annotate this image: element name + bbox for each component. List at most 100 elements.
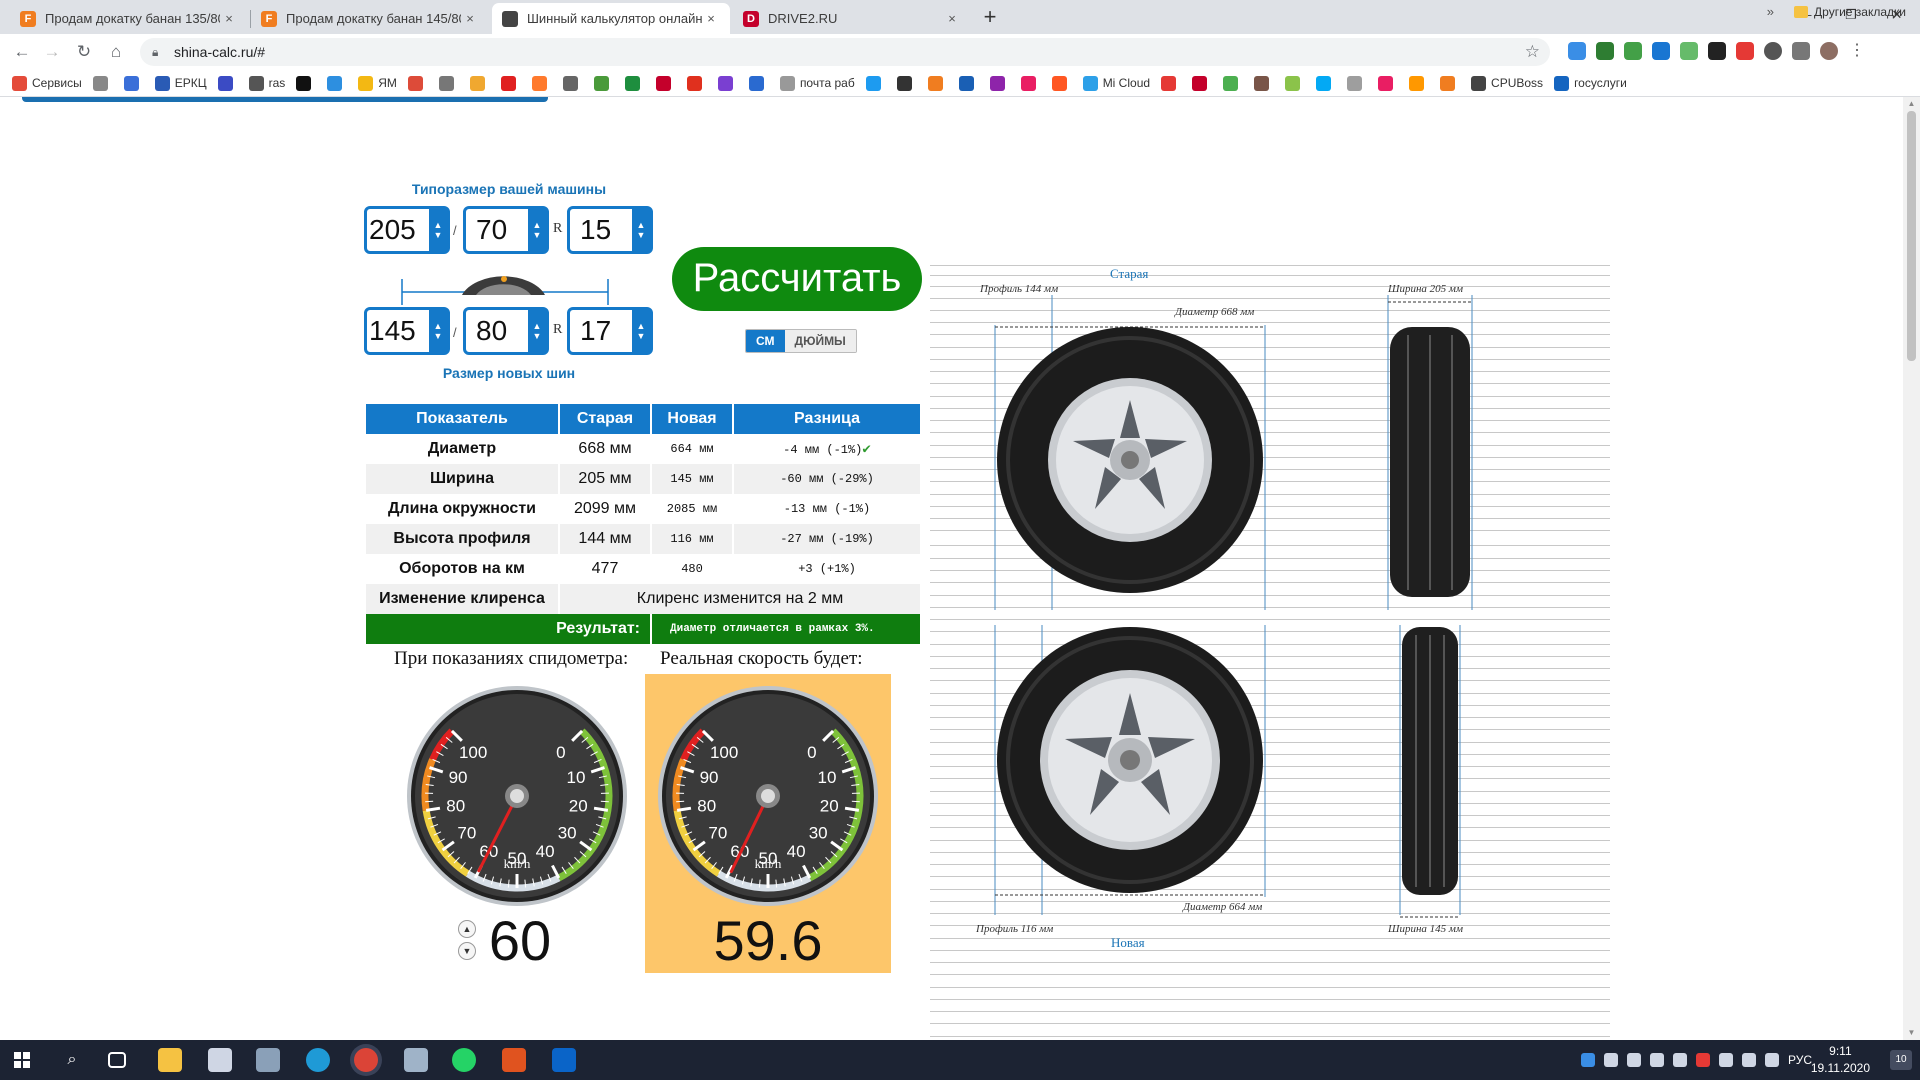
calculator-icon[interactable]: [256, 1048, 280, 1072]
bookmark-item[interactable]: [296, 75, 316, 91]
new-tab-button[interactable]: +: [976, 4, 1004, 32]
language-indicator[interactable]: РУС: [1788, 1053, 1812, 1067]
outlook-icon[interactable]: [552, 1048, 576, 1072]
extension-icon[interactable]: [1652, 42, 1670, 60]
browser-tab[interactable]: Шинный калькулятор онлайн - …×: [492, 3, 730, 34]
bookmark-item[interactable]: [1440, 75, 1460, 91]
new-rim-select[interactable]: 17 ▲ ▼: [567, 307, 653, 355]
bookmark-item[interactable]: Сервисы: [12, 75, 82, 91]
bookmark-item[interactable]: [123, 75, 144, 91]
bookmark-star-icon[interactable]: ☆: [1525, 38, 1540, 66]
old-profile-select[interactable]: 70 ▲ ▼: [463, 206, 549, 254]
app-tray-icon[interactable]: [1649, 1053, 1664, 1067]
keyboard-icon[interactable]: [1741, 1053, 1756, 1067]
bookmark-item[interactable]: [748, 75, 769, 91]
bookmark-item[interactable]: [989, 75, 1010, 91]
windows-start-icon[interactable]: [14, 1052, 30, 1068]
bookmark-item[interactable]: [1051, 75, 1072, 91]
extension-icon[interactable]: [1596, 42, 1614, 60]
bookmark-item[interactable]: CPUBoss: [1471, 75, 1543, 91]
clock[interactable]: 9:11 19.11.2020: [1811, 1043, 1870, 1077]
extension-icon[interactable]: [1708, 42, 1726, 60]
page-scrollbar[interactable]: ▲ ▼: [1903, 97, 1920, 1040]
bookmark-item[interactable]: госуслуги: [1554, 75, 1627, 91]
flag-icon[interactable]: [1695, 1053, 1710, 1067]
tab-close-icon[interactable]: ×: [943, 11, 961, 26]
cloud-icon[interactable]: [1603, 1053, 1618, 1067]
edge-icon[interactable]: [306, 1048, 330, 1072]
extension-icon[interactable]: [1680, 42, 1698, 60]
bookmark-item[interactable]: [686, 75, 707, 91]
bookmark-item[interactable]: [1409, 75, 1429, 91]
extension-icon[interactable]: [1624, 42, 1642, 60]
extension-icon[interactable]: [1736, 42, 1754, 60]
bookmarks-overflow-button[interactable]: »: [1767, 4, 1774, 19]
menu-kebab-icon[interactable]: ⋮: [1848, 42, 1866, 60]
bookmark-item[interactable]: [1020, 75, 1041, 91]
bluetooth-icon[interactable]: [1580, 1053, 1595, 1067]
extension-icon[interactable]: [1764, 42, 1782, 60]
forward-button[interactable]: →: [40, 40, 64, 64]
bookmark-item[interactable]: [1161, 75, 1181, 91]
scroll-down-arrow-icon[interactable]: ▼: [1903, 1026, 1920, 1040]
extension-icon[interactable]: [1568, 42, 1586, 60]
bookmark-item[interactable]: [655, 75, 676, 91]
bookmark-item[interactable]: [624, 75, 645, 91]
bookmark-item[interactable]: ЕРКЦ: [154, 75, 207, 91]
battery-icon[interactable]: [1672, 1053, 1687, 1067]
app-icon[interactable]: [502, 1048, 526, 1072]
volume-icon[interactable]: [1764, 1053, 1779, 1067]
file-explorer-icon[interactable]: [158, 1048, 182, 1072]
bookmark-item[interactable]: [531, 75, 552, 91]
tab-close-icon[interactable]: ×: [461, 11, 479, 26]
bookmark-item[interactable]: [562, 75, 583, 91]
browser-tab[interactable]: F Продам докатку банан 145/80 R…×: [251, 3, 489, 34]
chrome-icon[interactable]: [354, 1048, 378, 1072]
old-rim-select[interactable]: 15 ▲ ▼: [567, 206, 653, 254]
scrollbar-thumb[interactable]: [1907, 111, 1916, 361]
bookmark-item[interactable]: [896, 75, 917, 91]
calculate-button[interactable]: Рассчитать: [672, 247, 922, 311]
profile-avatar[interactable]: [1820, 42, 1838, 60]
bookmark-item[interactable]: [407, 75, 428, 91]
bookmark-item[interactable]: [1223, 75, 1243, 91]
bookmark-item[interactable]: [92, 75, 113, 91]
bookmark-item[interactable]: [1378, 75, 1398, 91]
bookmark-item[interactable]: [865, 75, 886, 91]
bookmark-item[interactable]: [593, 75, 614, 91]
bookmark-item[interactable]: [1254, 75, 1274, 91]
old-width-select[interactable]: 205 ▲ ▼: [364, 206, 450, 254]
app-icon[interactable]: [404, 1048, 428, 1072]
bookmark-item[interactable]: почта раб: [779, 75, 855, 91]
home-button[interactable]: ⌂: [104, 40, 128, 64]
bookmark-item[interactable]: [1192, 75, 1212, 91]
unit-inches-button[interactable]: ДЮЙМЫ: [784, 330, 856, 352]
browser-tab[interactable]: F Продам докатку банан 135/80 R…×: [10, 3, 248, 34]
address-bar[interactable]: 🔒︎ shina-calc.ru/# ☆: [140, 38, 1550, 66]
search-icon[interactable]: ⌕: [60, 1048, 84, 1072]
bookmark-item[interactable]: Mi Cloud: [1082, 75, 1150, 91]
onedrive-icon[interactable]: [1626, 1053, 1641, 1067]
scroll-up-arrow-icon[interactable]: ▲: [1903, 97, 1920, 111]
unit-cm-button[interactable]: СМ: [746, 330, 785, 352]
notification-center-button[interactable]: 10: [1890, 1050, 1912, 1070]
tab-close-icon[interactable]: ×: [702, 11, 720, 26]
puzzle-icon[interactable]: [1792, 42, 1810, 60]
bookmark-item[interactable]: ЯМ: [358, 75, 397, 91]
reload-button[interactable]: ↻: [72, 40, 96, 64]
back-button[interactable]: ←: [10, 40, 34, 64]
new-width-select[interactable]: 145 ▲ ▼: [364, 307, 450, 355]
speedometer-speed-value[interactable]: 60: [470, 908, 570, 973]
new-profile-select[interactable]: 80 ▲ ▼: [463, 307, 549, 355]
bookmark-item[interactable]: [1285, 75, 1305, 91]
task-view-icon[interactable]: [108, 1052, 126, 1068]
browser-tab[interactable]: D DRIVE2.RU ×: [733, 3, 971, 34]
bookmark-item[interactable]: [958, 75, 979, 91]
bookmark-item[interactable]: ras: [248, 75, 285, 91]
tab-close-icon[interactable]: ×: [220, 11, 238, 26]
whatsapp-icon[interactable]: [452, 1048, 476, 1072]
bookmark-item[interactable]: [927, 75, 948, 91]
network-icon[interactable]: [1718, 1053, 1733, 1067]
bookmark-item[interactable]: [217, 75, 238, 91]
bookmark-item[interactable]: [327, 75, 347, 91]
